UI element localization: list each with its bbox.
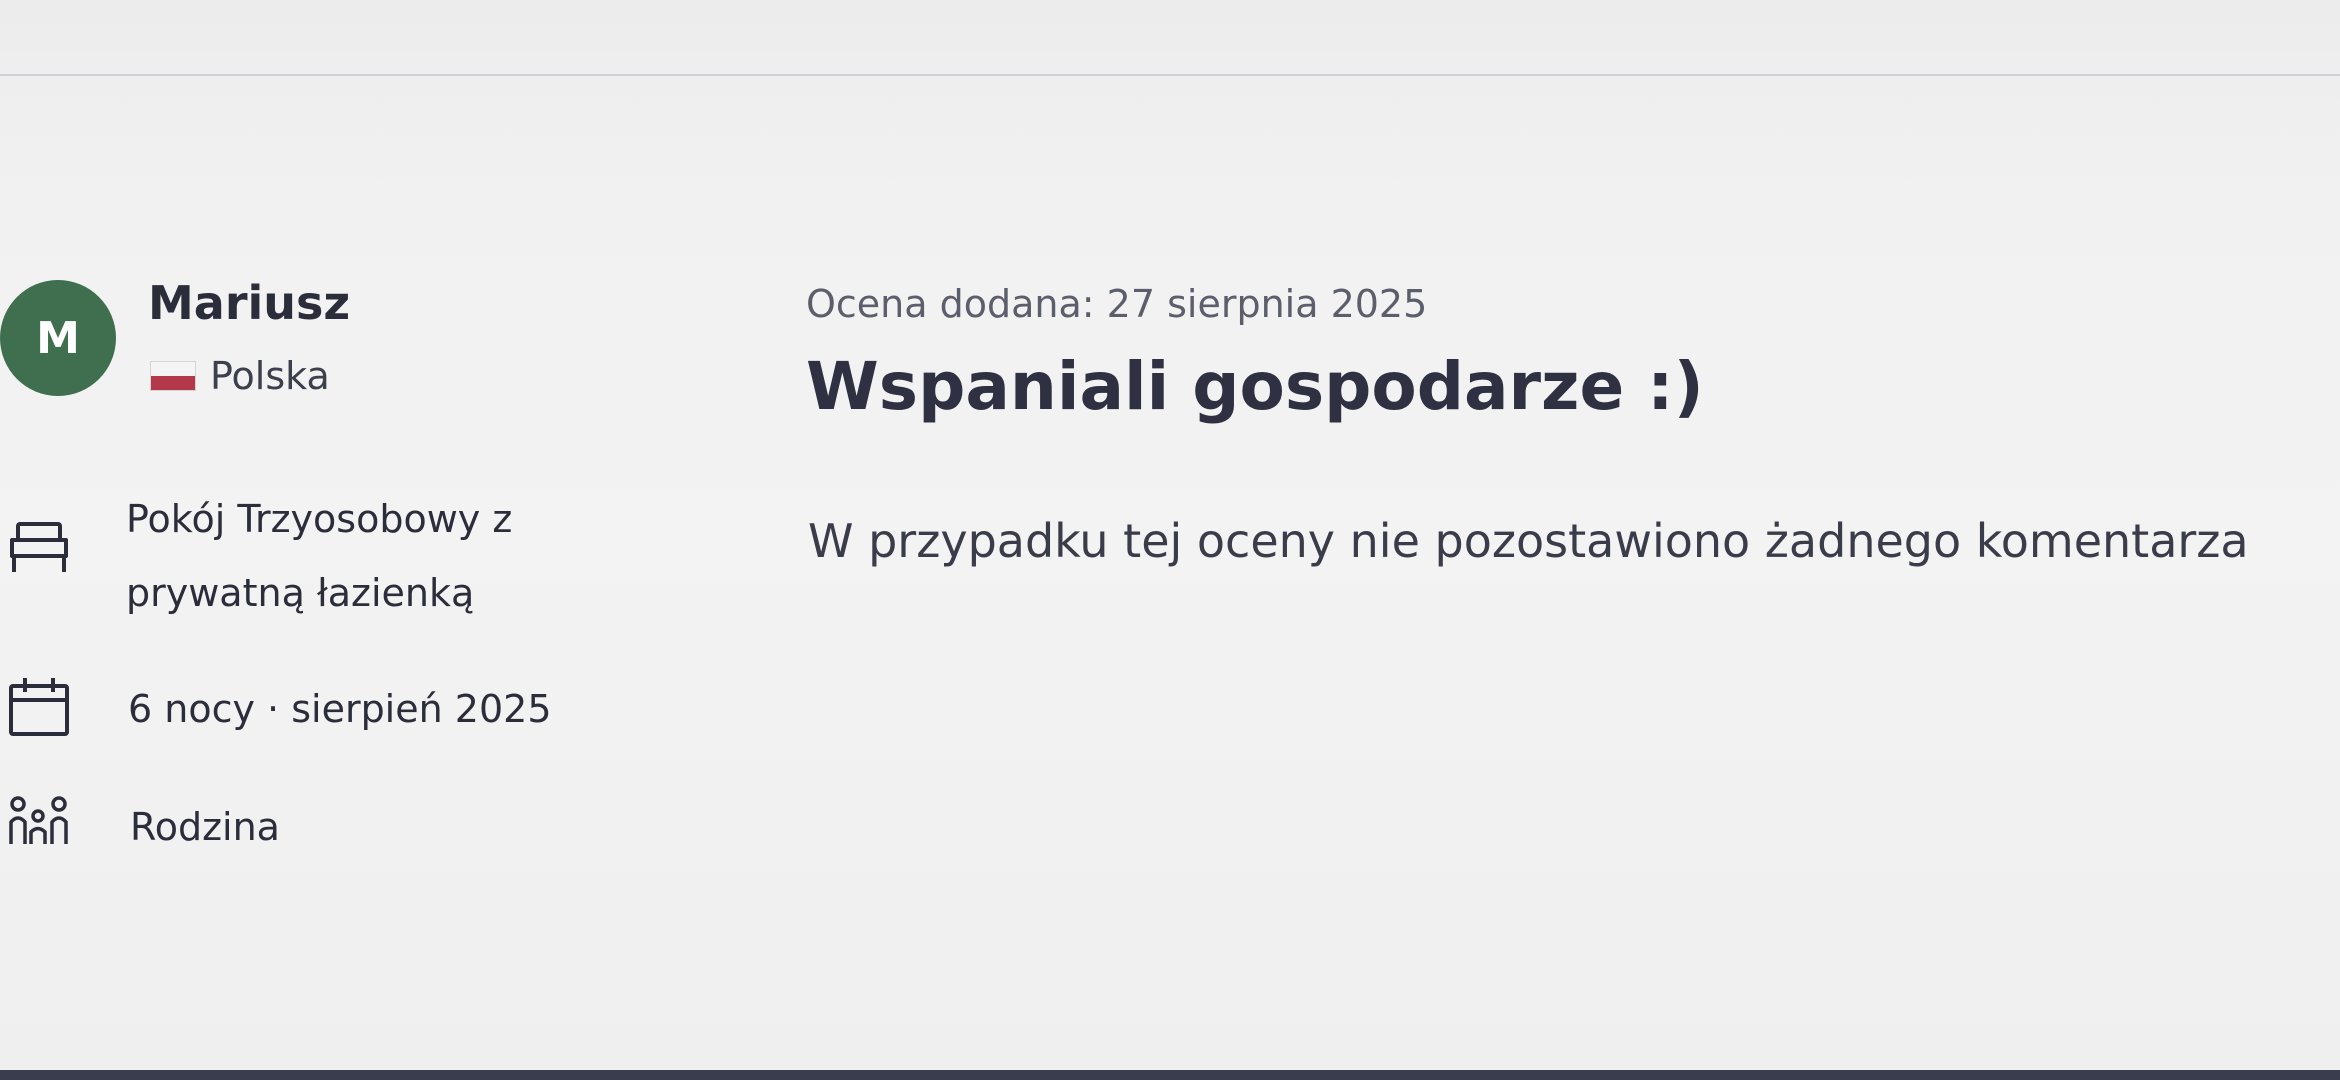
reviewer-country: Polska xyxy=(150,354,330,398)
stay-duration: 6 nocy · sierpień 2025 xyxy=(128,687,552,731)
review-card: M Mariusz Polska Pokój Trzyosobowy z pry… xyxy=(0,0,2340,1080)
calendar-icon xyxy=(9,678,69,736)
poland-flag-icon xyxy=(150,361,196,391)
review-title: Wspaniali gospodarze :) xyxy=(806,348,1704,425)
review-body: W przypadku tej oceny nie pozostawiono ż… xyxy=(808,514,2249,568)
traveler-type: Rodzina xyxy=(130,805,280,849)
group-icon xyxy=(9,796,68,844)
bed-icon xyxy=(10,522,68,572)
reviewer-name: Mariusz xyxy=(148,276,351,330)
room-type: Pokój Trzyosobowy z prywatną łazienką xyxy=(126,497,513,615)
country-label: Polska xyxy=(210,354,330,398)
bottom-edge xyxy=(0,1070,2340,1080)
review-date: Ocena dodana: 27 sierpnia 2025 xyxy=(806,282,1428,326)
avatar: M xyxy=(0,280,116,396)
